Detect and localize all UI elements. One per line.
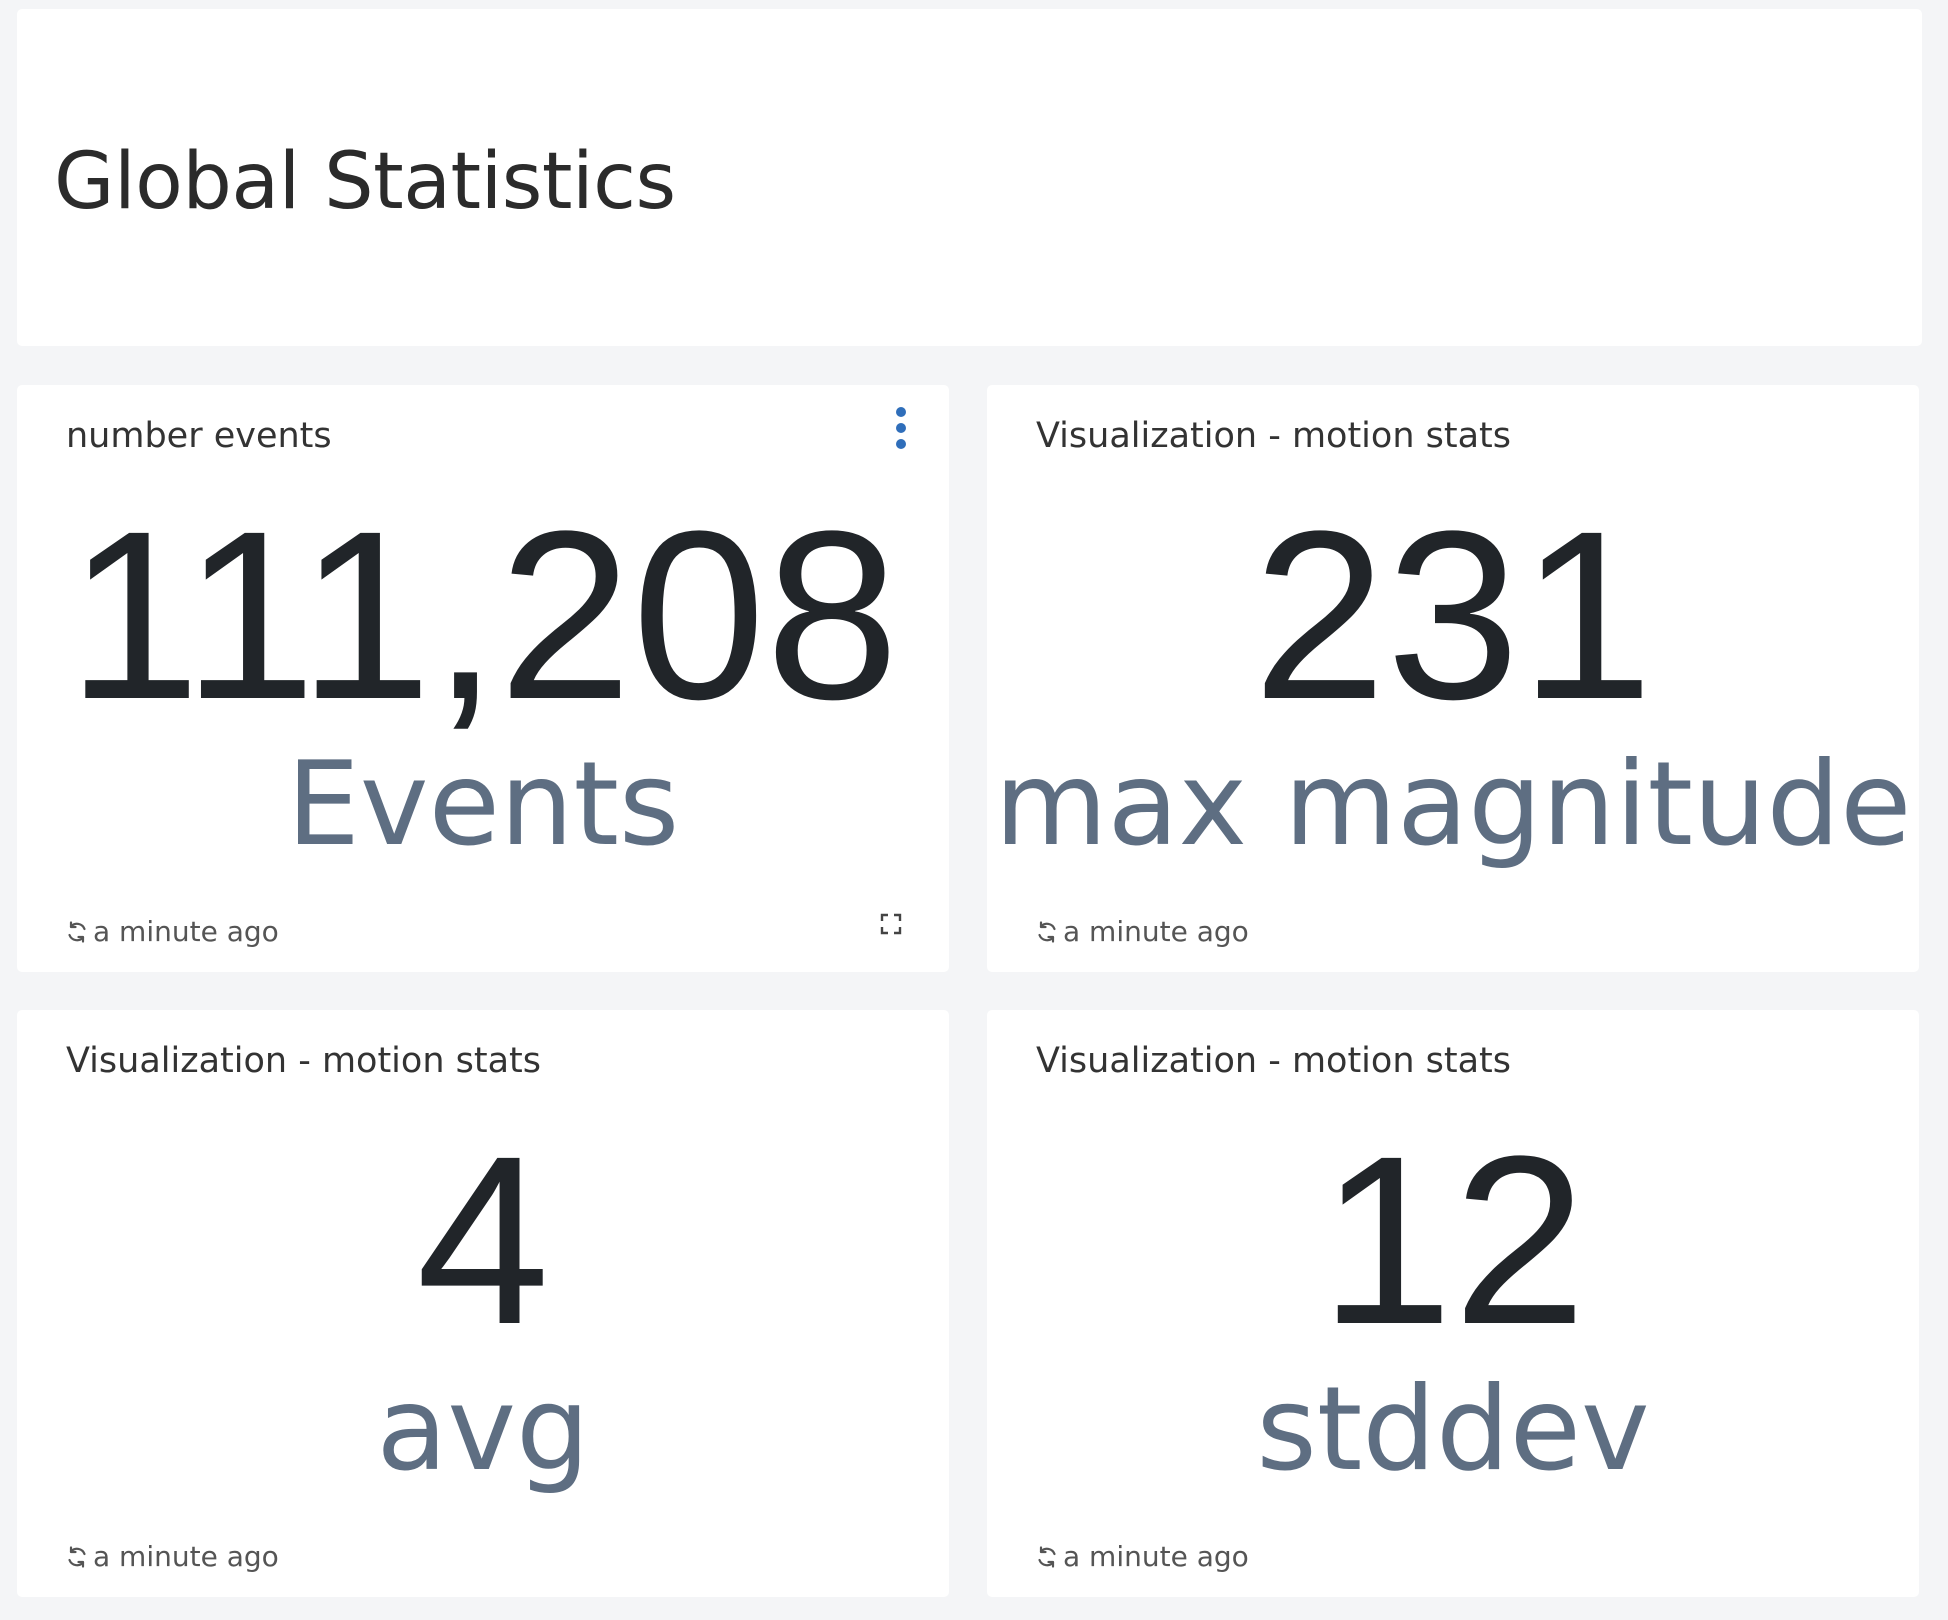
widget-title[interactable]: Visualization - motion stats <box>66 1040 541 1082</box>
refresh-status[interactable]: a minute ago <box>1035 915 1249 948</box>
widget-title[interactable]: Visualization - motion stats <box>1036 1040 1511 1082</box>
refresh-icon <box>1038 920 1056 943</box>
counter-value: 4 <box>416 1106 550 1374</box>
counter-label: Events <box>286 737 680 872</box>
widget-title[interactable]: number events <box>66 415 332 457</box>
kebab-menu-icon[interactable] <box>889 403 913 453</box>
header-panel: Global Statistics <box>17 9 1922 346</box>
counter-widget-avg[interactable]: Visualization - motion stats 4 avg a min… <box>17 1010 949 1597</box>
counter-widget-events[interactable]: number events 111,208 Events a minute ag… <box>17 385 949 972</box>
refresh-time: a minute ago <box>1063 915 1249 948</box>
counter-widget-max-magnitude[interactable]: Visualization - motion stats 231 max mag… <box>987 385 1919 972</box>
refresh-time: a minute ago <box>93 1540 279 1573</box>
counter-label: stddev <box>1256 1362 1650 1497</box>
refresh-status[interactable]: a minute ago <box>1035 1540 1249 1573</box>
counter-label: max magnitude <box>994 737 1912 872</box>
counter-value: 111,208 <box>67 481 899 749</box>
refresh-time: a minute ago <box>93 915 279 948</box>
page-title: Global Statistics <box>54 137 676 227</box>
counter-label: avg <box>376 1362 590 1497</box>
refresh-status[interactable]: a minute ago <box>65 915 279 948</box>
refresh-icon <box>1038 1545 1056 1568</box>
counter-value: 12 <box>1319 1106 1587 1374</box>
counter-value: 231 <box>1252 481 1654 749</box>
refresh-time: a minute ago <box>1063 1540 1249 1573</box>
counter-widget-stddev[interactable]: Visualization - motion stats 12 stddev a… <box>987 1010 1919 1597</box>
expand-icon[interactable] <box>880 913 902 935</box>
refresh-icon <box>68 1545 86 1568</box>
refresh-icon <box>68 920 86 943</box>
widget-title[interactable]: Visualization - motion stats <box>1036 415 1511 457</box>
refresh-status[interactable]: a minute ago <box>65 1540 279 1573</box>
